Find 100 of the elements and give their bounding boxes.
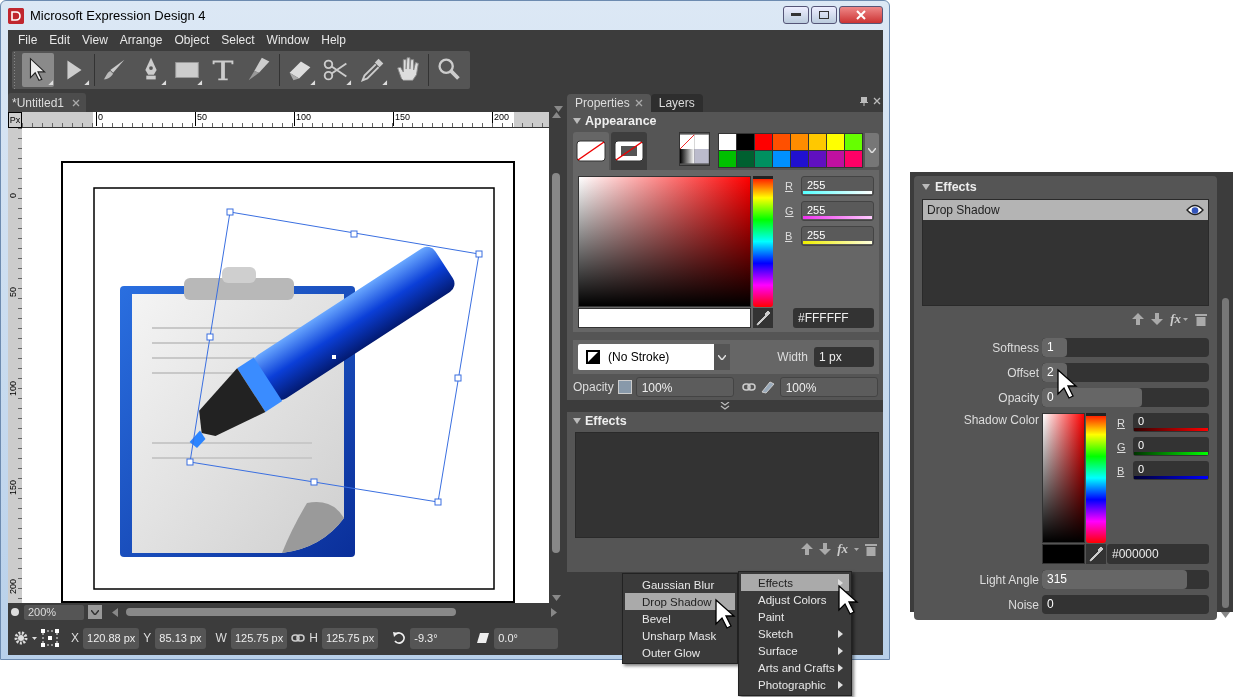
dropdown-button[interactable] (714, 344, 730, 370)
width-field[interactable]: 125.75 px (230, 627, 288, 649)
menu-item[interactable]: File (12, 33, 44, 47)
move-up-icon[interactable] (801, 543, 814, 555)
swatch-dropdown[interactable] (864, 133, 879, 167)
close-icon[interactable] (634, 99, 643, 107)
menu-item[interactable]: Sketch (741, 625, 849, 642)
hue-slider[interactable] (753, 176, 773, 307)
menu-item[interactable]: Edit (43, 33, 77, 47)
eyedropper-icon[interactable] (1088, 546, 1104, 562)
collapse-icon[interactable] (573, 118, 581, 124)
close-button[interactable] (839, 6, 883, 24)
expand-icon[interactable] (720, 402, 730, 410)
trash-icon[interactable] (865, 542, 877, 556)
scroll-down-icon[interactable] (551, 595, 561, 601)
zoom-dropdown[interactable] (88, 605, 102, 619)
menu-item[interactable]: Unsharp Mask (625, 627, 735, 644)
color-field[interactable] (1042, 413, 1085, 543)
color-swatch[interactable] (772, 133, 790, 150)
eyedropper-icon[interactable] (755, 310, 771, 326)
move-down-icon[interactable] (819, 543, 832, 555)
rotation-field[interactable]: -9.3° (410, 627, 471, 649)
menu-item[interactable]: Drop Shadow (625, 593, 735, 610)
height-field[interactable]: 125.75 px (321, 627, 379, 649)
link-icon[interactable] (741, 383, 756, 391)
effect-slider[interactable]: 2 (1042, 363, 1209, 382)
add-effect-button[interactable]: fx (1170, 311, 1181, 327)
maximize-button[interactable] (811, 6, 837, 24)
channel-field[interactable]: 0 (1133, 413, 1209, 432)
close-icon[interactable] (873, 96, 881, 105)
color-swatch[interactable] (736, 150, 754, 167)
menu-item[interactable]: Effects (741, 574, 849, 591)
document-tab[interactable]: *Untitled1 (8, 93, 87, 112)
panel-tab[interactable]: Layers (650, 94, 703, 112)
color-swatch[interactable] (754, 150, 772, 167)
reference-point-icon[interactable] (41, 629, 59, 647)
effect-slider[interactable]: 1 (1042, 338, 1209, 357)
scrollbar-thumb[interactable] (552, 172, 560, 553)
menu-item[interactable]: Paint (741, 608, 849, 625)
hex-field[interactable]: #000000 (1107, 544, 1209, 564)
color-swatch[interactable] (808, 150, 826, 167)
menu-item[interactable]: Object (168, 33, 216, 47)
effect-slider[interactable]: 315 (1042, 570, 1209, 589)
gear-icon[interactable] (14, 631, 28, 645)
fill-type-icon[interactable] (678, 131, 710, 166)
scrollbar-thumb[interactable] (1221, 298, 1229, 608)
channel-field[interactable]: 0 (1133, 437, 1209, 456)
opacity-field[interactable]: 100% (779, 377, 878, 397)
color-swatch[interactable] (844, 133, 862, 150)
hue-slider[interactable] (1086, 413, 1106, 543)
effect-slider[interactable]: 0 (1042, 595, 1209, 614)
scroll-right-icon[interactable] (551, 607, 557, 617)
menu-item[interactable]: Help (315, 33, 352, 47)
menu-item[interactable]: Surface (741, 642, 849, 659)
close-icon[interactable] (72, 98, 81, 107)
trash-icon[interactable] (1195, 312, 1207, 326)
panel-tab[interactable]: Properties (567, 94, 651, 112)
collapse-icon[interactable] (573, 418, 581, 424)
color-swatch[interactable] (844, 150, 862, 167)
x-field[interactable]: 120.88 px (83, 627, 140, 649)
menu-item[interactable]: Photographic (741, 676, 849, 693)
color-swatch[interactable] (718, 133, 736, 150)
fill-tab[interactable] (573, 132, 609, 170)
menu-item[interactable]: Window (260, 33, 316, 47)
zoom-field[interactable]: 200% (24, 604, 84, 620)
move-down-icon[interactable] (1151, 313, 1164, 325)
color-swatch[interactable] (790, 133, 808, 150)
scroll-up-icon[interactable] (551, 112, 561, 118)
channel-field[interactable]: 255 (801, 201, 874, 221)
color-swatch[interactable] (790, 150, 808, 167)
hue-thumb[interactable] (1086, 413, 1106, 416)
link-icon[interactable] (291, 634, 306, 642)
menu-item[interactable]: Arts and Crafts (741, 659, 849, 676)
arrow-pointer-tool[interactable] (22, 53, 54, 87)
hex-field[interactable]: #FFFFFF (793, 308, 874, 328)
channel-field[interactable]: 0 (1133, 461, 1209, 480)
pin-icon[interactable] (860, 96, 868, 106)
collapse-icon[interactable] (922, 184, 930, 190)
color-field[interactable] (578, 176, 751, 307)
skew-field[interactable]: 0.0° (494, 627, 559, 649)
channel-field[interactable]: 255 (801, 176, 874, 196)
menu-item[interactable]: View (76, 33, 114, 47)
color-swatch[interactable] (718, 150, 736, 167)
move-up-icon[interactable] (1132, 313, 1145, 325)
width-field[interactable]: 1 px (814, 347, 874, 367)
effect-list-item[interactable]: Drop Shadow (923, 200, 1208, 220)
menu-item[interactable]: Select (215, 33, 261, 47)
menu-item[interactable]: Arrange (113, 33, 169, 47)
color-swatch[interactable] (772, 150, 790, 167)
scroll-left-icon[interactable] (112, 607, 118, 617)
menu-item[interactable]: Gaussian Blur (625, 576, 735, 593)
color-swatch[interactable] (808, 133, 826, 150)
minimize-button[interactable] (783, 6, 809, 24)
stroke-dropdown[interactable]: (No Stroke) (578, 344, 714, 370)
opacity-field[interactable]: 100% (635, 377, 734, 397)
color-swatch[interactable] (736, 133, 754, 150)
color-swatch[interactable] (754, 133, 772, 150)
y-field[interactable]: 85.13 px (155, 627, 206, 649)
color-swatch[interactable] (826, 133, 844, 150)
hue-thumb[interactable] (753, 176, 773, 179)
